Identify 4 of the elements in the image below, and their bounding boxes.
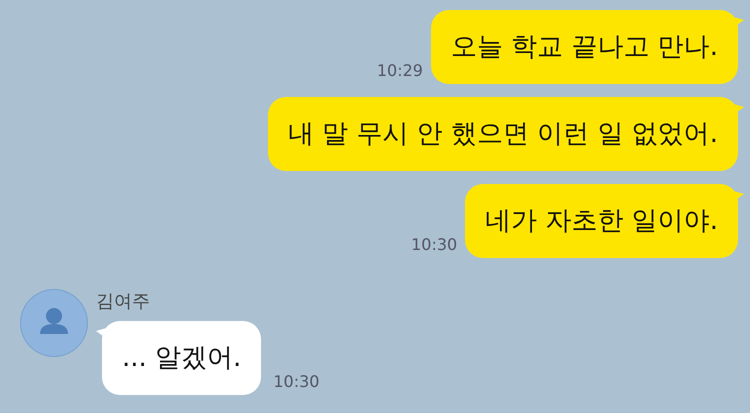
- message-time: 10:30: [411, 235, 458, 254]
- sender-name: 김여주: [96, 290, 151, 313]
- message-time: 10:29: [376, 61, 423, 80]
- message-time: 10:30: [273, 372, 320, 391]
